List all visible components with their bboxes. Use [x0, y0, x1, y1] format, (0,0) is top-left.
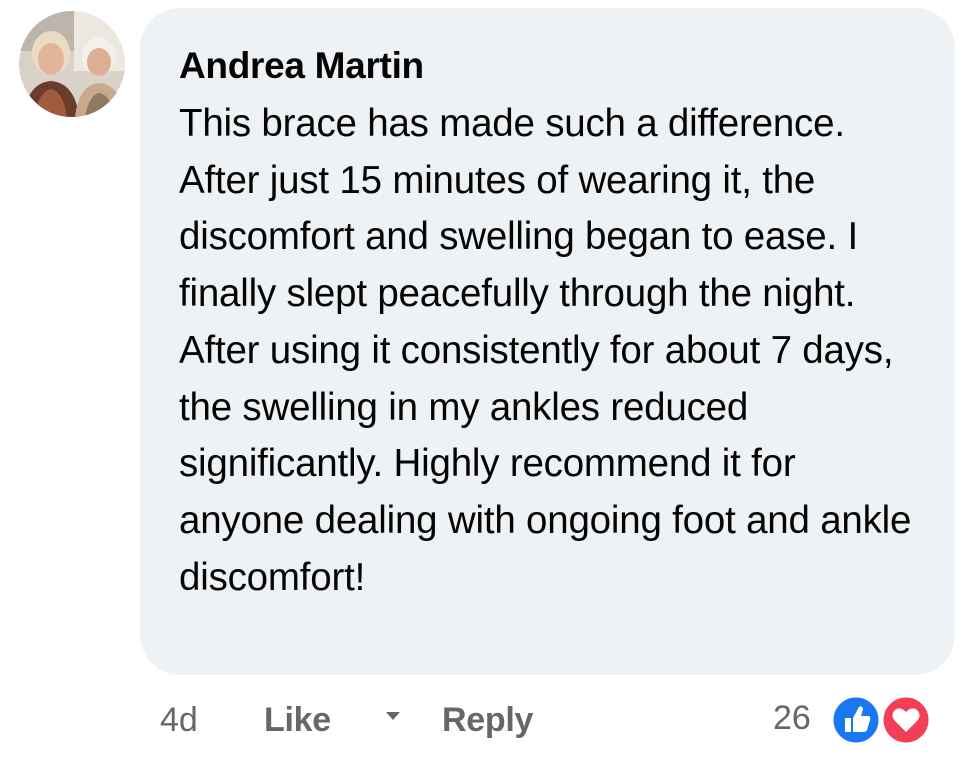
- avatar[interactable]: [19, 11, 125, 117]
- reaction-count[interactable]: 26: [773, 696, 811, 740]
- reply-button[interactable]: Reply: [442, 698, 533, 742]
- comment-timestamp[interactable]: 4d: [160, 698, 198, 742]
- love-icon: [880, 694, 932, 746]
- reactions-summary[interactable]: [830, 694, 938, 746]
- like-icon: [830, 694, 882, 746]
- avatar-photo: [19, 11, 125, 117]
- comment-bubble: Andrea Martin This brace has made such a…: [140, 8, 955, 675]
- comment-text: This brace has made such a difference. A…: [179, 102, 912, 599]
- chevron-down-icon[interactable]: [386, 712, 400, 720]
- comment-actions: 4d Like Reply 26: [0, 690, 975, 752]
- comment-author[interactable]: Andrea Martin: [179, 44, 925, 88]
- like-button[interactable]: Like: [264, 698, 331, 742]
